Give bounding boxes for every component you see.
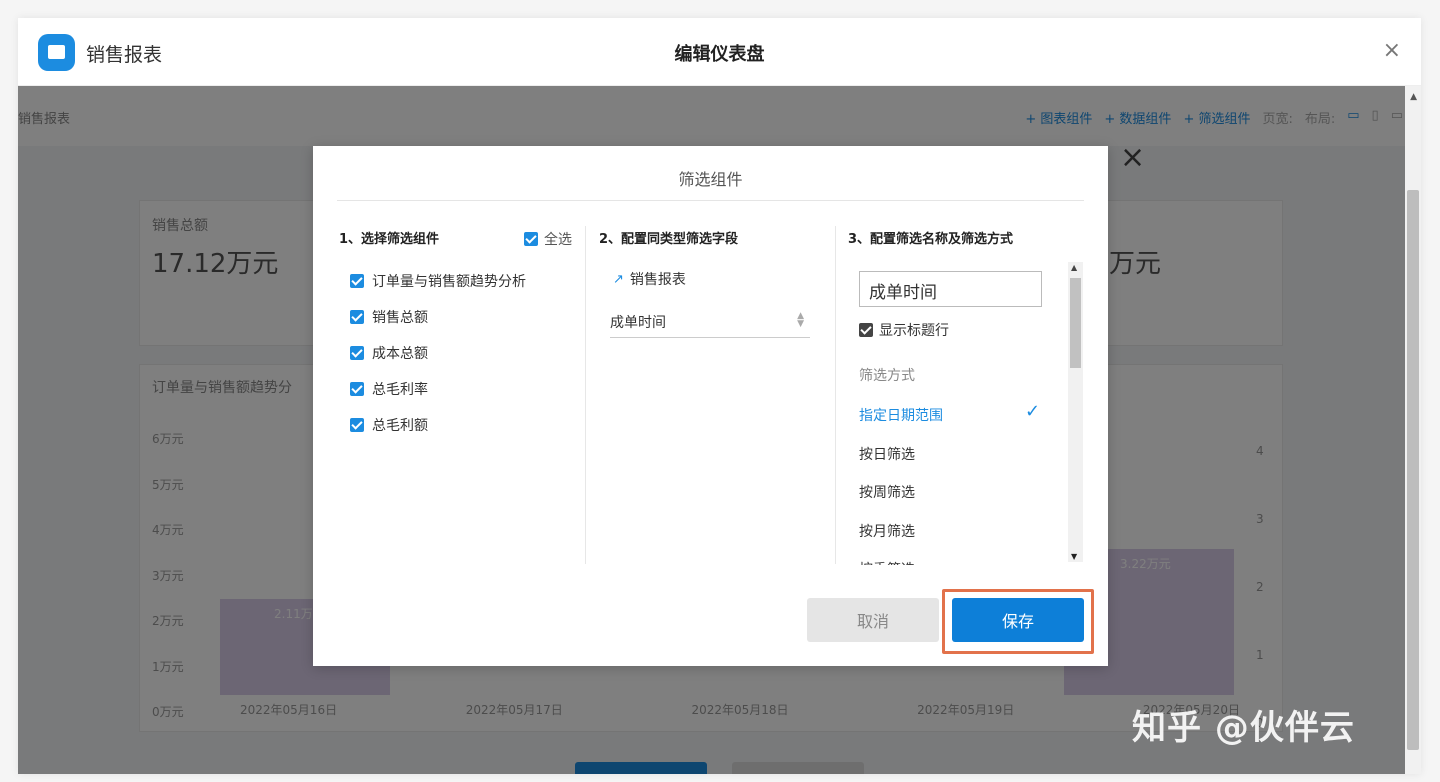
select-all-checkbox[interactable]: 全选 bbox=[524, 229, 572, 249]
col2-heading: 2、配置同类型筛选字段 bbox=[599, 232, 739, 247]
column-divider bbox=[585, 226, 586, 564]
show-title-label: 显示标题行 bbox=[879, 323, 949, 339]
checkbox-icon bbox=[350, 382, 364, 396]
component-checkbox[interactable]: 订单量与销售额趋势分析 bbox=[350, 271, 526, 291]
column-divider bbox=[835, 226, 836, 564]
checkbox-label: 总毛利额 bbox=[372, 418, 428, 434]
cancel-button[interactable]: 取消 bbox=[807, 598, 939, 642]
component-checkbox[interactable]: 成本总额 bbox=[350, 343, 428, 363]
field-select[interactable]: 成单时间 ▲ ▼ bbox=[610, 306, 810, 338]
page-title: 编辑仪表盘 bbox=[674, 44, 765, 65]
filter-mode-option[interactable]: 指定日期范围 bbox=[859, 405, 943, 425]
filter-mode-label: 筛选方式 bbox=[859, 368, 915, 384]
dialog-title: 筛选组件 bbox=[678, 170, 743, 189]
checkbox-icon bbox=[859, 323, 873, 337]
check-icon: ✓ bbox=[1025, 401, 1041, 422]
checkbox-label: 总毛利率 bbox=[372, 382, 428, 398]
scroll-up-icon[interactable]: ▲ bbox=[1410, 92, 1417, 102]
show-title-checkbox[interactable]: 显示标题行 bbox=[859, 320, 949, 340]
trend-icon: ↗ bbox=[613, 271, 624, 287]
component-checkbox[interactable]: 总毛利率 bbox=[350, 379, 428, 399]
filter-mode-option[interactable]: 按季筛选 bbox=[859, 559, 915, 565]
filter-name-input[interactable]: 成单时间 bbox=[859, 271, 1042, 307]
checkbox-icon bbox=[350, 310, 364, 324]
checkbox-icon bbox=[524, 232, 538, 246]
checkbox-label: 成本总额 bbox=[372, 346, 428, 362]
scroll-thumb[interactable] bbox=[1070, 278, 1081, 368]
scroll-up-icon[interactable]: ▲ bbox=[1071, 263, 1077, 272]
checkbox-icon bbox=[350, 274, 364, 288]
checkbox-label: 销售总额 bbox=[372, 310, 428, 326]
top-bar: 销售报表 编辑仪表盘 × bbox=[18, 18, 1421, 86]
filter-dialog: 筛选组件 1、选择筛选组件 全选 订单量与销售额趋势分析 销售总额 成本总额 总… bbox=[313, 146, 1108, 666]
page-scrollbar[interactable] bbox=[1405, 86, 1421, 774]
col3-heading: 3、配置筛选名称及筛选方式 bbox=[848, 232, 1014, 247]
mode-list-scrollbar[interactable]: ▲ ▼ bbox=[1068, 262, 1083, 562]
watermark: 知乎 @伙伴云 bbox=[1132, 708, 1355, 748]
divider bbox=[337, 200, 1084, 201]
save-button[interactable]: 保存 bbox=[952, 598, 1084, 642]
close-icon[interactable]: × bbox=[1383, 38, 1401, 63]
filter-mode-option[interactable]: 按周筛选 bbox=[859, 482, 915, 502]
dialog-close-icon[interactable]: × bbox=[1120, 140, 1145, 175]
scroll-down-icon[interactable]: ▼ bbox=[1071, 552, 1077, 561]
page-scroll-thumb[interactable] bbox=[1407, 190, 1419, 750]
checkbox-label: 订单量与销售额趋势分析 bbox=[372, 274, 526, 290]
field-value: 成单时间 bbox=[610, 315, 666, 331]
checkbox-icon bbox=[350, 346, 364, 360]
select-arrows-icon: ▲ ▼ bbox=[797, 311, 804, 329]
dataset-name: 销售报表 bbox=[629, 272, 686, 288]
select-all-label: 全选 bbox=[544, 232, 572, 248]
col1-heading: 1、选择筛选组件 bbox=[339, 232, 440, 247]
checkbox-icon bbox=[350, 418, 364, 432]
dataset-row: ↗ 销售报表 bbox=[613, 269, 686, 289]
component-checkbox[interactable]: 销售总额 bbox=[350, 307, 428, 327]
filter-mode-option[interactable]: 按月筛选 bbox=[859, 521, 915, 541]
filter-mode-option[interactable]: 按日筛选 bbox=[859, 444, 915, 464]
component-checkbox[interactable]: 总毛利额 bbox=[350, 415, 428, 435]
